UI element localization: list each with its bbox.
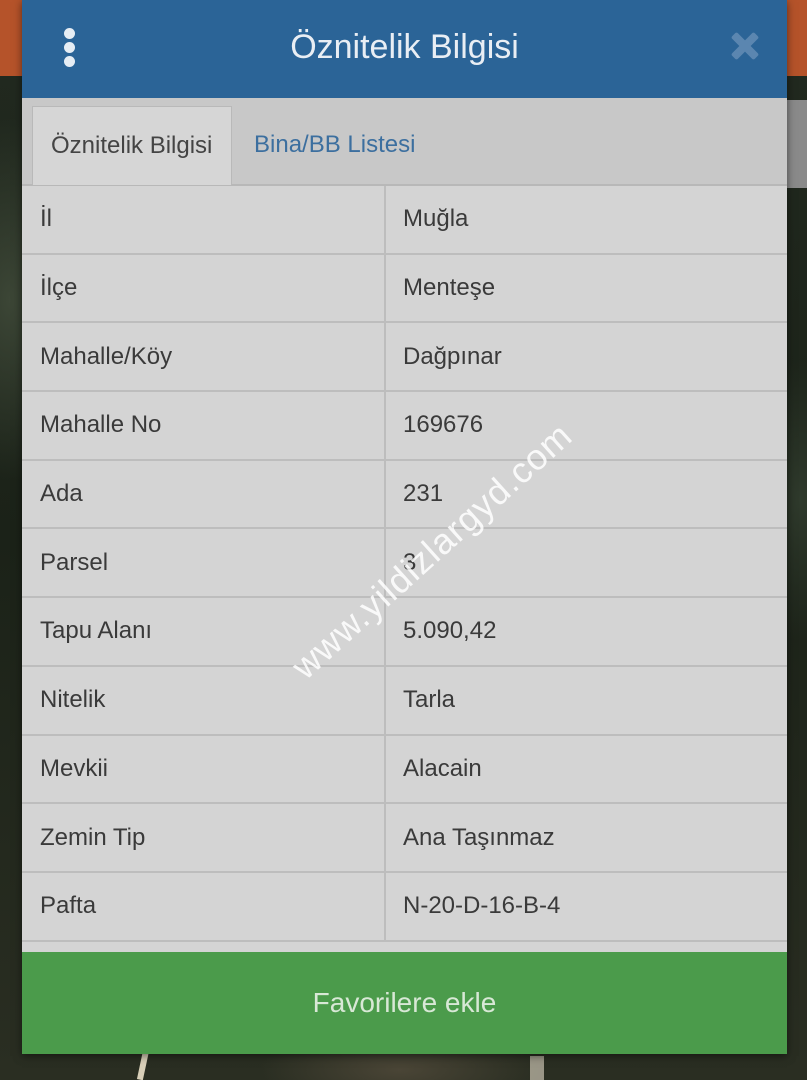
column-divider xyxy=(384,804,386,871)
row-label: Tapu Alanı xyxy=(40,617,153,645)
column-divider xyxy=(384,323,386,391)
row-label: Zemin Tip xyxy=(40,823,146,851)
table-row: Mevkii Alacain xyxy=(22,735,787,805)
row-label: İl xyxy=(40,205,52,233)
row-label: Nitelik xyxy=(40,686,106,714)
table-row: Parsel 3 xyxy=(22,529,787,599)
row-value: Tarla xyxy=(403,686,456,714)
table-row: İl Muğla xyxy=(22,186,787,255)
column-divider xyxy=(384,598,386,665)
tab-attribute-info[interactable]: Öznitelik Bilgisi xyxy=(32,106,232,185)
attribute-table: İl Muğla İlçe Menteşe Mahalle/Köy Dağpınar Mah… xyxy=(22,186,787,942)
dialog-header: Öznitelik Bilgisi xyxy=(22,0,787,98)
table-row: İlçe Menteşe xyxy=(22,254,787,324)
row-value: 169676 xyxy=(403,411,484,439)
row-value: N-20-D-16-B-4 xyxy=(403,892,561,920)
add-to-favorites-button[interactable]: Favorilere ekle xyxy=(22,952,787,1054)
row-label: Mevkii xyxy=(40,754,109,782)
close-icon[interactable] xyxy=(729,30,761,62)
column-divider xyxy=(384,460,386,528)
tab-building-list[interactable]: Bina/BB Listesi xyxy=(236,106,433,184)
row-value: Menteşe xyxy=(403,274,496,302)
row-value: 231 xyxy=(403,480,444,508)
column-divider xyxy=(384,186,386,253)
tab-bar: Öznitelik Bilgisi Bina/BB Listesi xyxy=(22,98,787,186)
row-value: 5.090,42 xyxy=(403,617,497,645)
table-row: Pafta N-20-D-16-B-4 xyxy=(22,872,787,942)
map-road xyxy=(530,1056,544,1080)
row-value: Ana Taşınmaz xyxy=(403,823,555,851)
column-divider xyxy=(384,666,386,734)
map-feature xyxy=(785,100,807,188)
attribute-info-dialog: Öznitelik Bilgisi Öznitelik Bilgisi Bina… xyxy=(22,0,787,1054)
table-row: Mahalle/Köy Dağpınar xyxy=(22,323,787,393)
row-value: 3 xyxy=(403,548,417,576)
table-row: Mahalle No 169676 xyxy=(22,392,787,461)
column-divider xyxy=(384,529,386,597)
row-label: İlçe xyxy=(40,274,78,302)
row-label: Ada xyxy=(40,480,83,508)
row-label: Pafta xyxy=(40,892,97,920)
column-divider xyxy=(384,392,386,459)
row-value: Dağpınar xyxy=(403,342,502,370)
row-label: Parsel xyxy=(40,548,109,576)
table-row: Ada 231 xyxy=(22,460,787,530)
column-divider xyxy=(384,735,386,803)
table-row: Zemin Tip Ana Taşınmaz xyxy=(22,804,787,873)
map-feature xyxy=(785,0,807,76)
dialog-title: Öznitelik Bilgisi xyxy=(290,28,519,66)
column-divider xyxy=(384,254,386,322)
row-value: Muğla xyxy=(403,205,469,233)
row-value: Alacain xyxy=(403,754,482,782)
table-row: Tapu Alanı 5.090,42 xyxy=(22,598,787,667)
map-feature xyxy=(0,0,24,76)
table-row: Nitelik Tarla xyxy=(22,666,787,736)
more-vertical-icon[interactable] xyxy=(58,28,82,68)
column-divider xyxy=(384,872,386,940)
row-label: Mahalle No xyxy=(40,411,162,439)
row-label: Mahalle/Köy xyxy=(40,342,173,370)
